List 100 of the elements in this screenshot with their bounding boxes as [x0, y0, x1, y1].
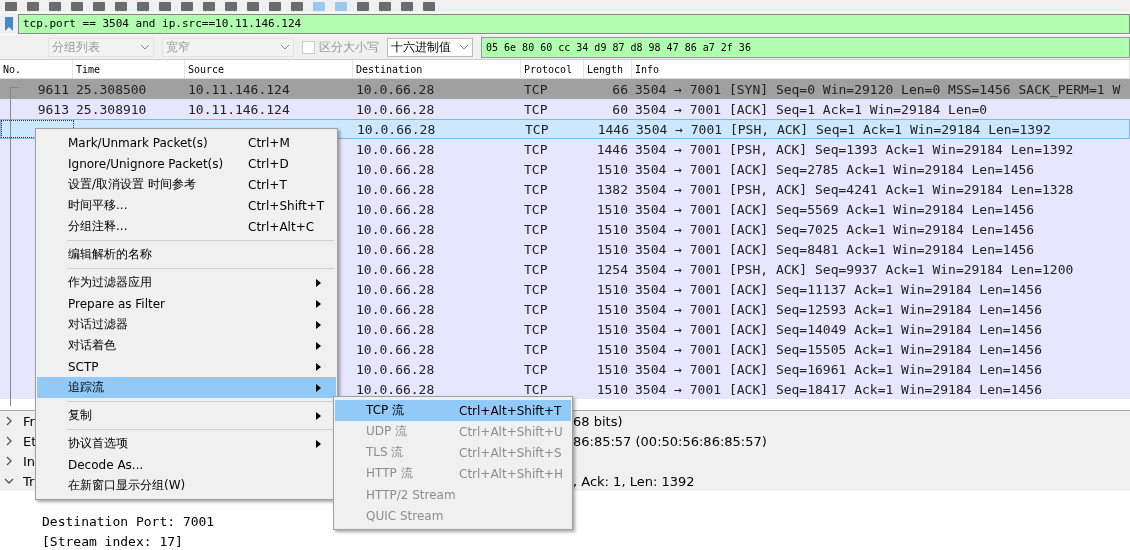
table-cell: 3504 → 7001 [ACK] Seq=2785 Ack=1 Win=29184 Len=1456	[635, 161, 1035, 177]
toolbar-icon[interactable]	[378, 2, 392, 12]
tree-item-detail: 86:85:57 (00:50:56:86:85:57)	[573, 433, 767, 449]
table-cell: 10.0.66.28	[356, 261, 435, 277]
menu-item[interactable]: 追踪流	[37, 377, 336, 398]
tree-item[interactable]: Fr	[23, 413, 35, 429]
submenu-arrow-icon	[316, 320, 321, 329]
display-filter-field[interactable]: tcp.port == 3504 and ip.src==10.11.146.124	[18, 13, 1130, 34]
toolbar-icon[interactable]	[70, 2, 84, 12]
packet-row[interactable]: 9613 25.308910 10.11.146.124 10.0.66.28 TCP 60 3504 → 7001 [ACK] Seq=1 Ack=1 Win=29184 Len=0	[0, 99, 1130, 119]
submenu-arrow-icon	[316, 278, 321, 287]
table-cell: 3504 → 7001 [ACK] Seq=14049 Ack=1 Win=29184 Len=1456	[635, 321, 1042, 337]
caret-icon	[280, 44, 290, 50]
menu-item[interactable]: 协议首选项	[37, 433, 336, 454]
table-cell: 3504 → 7001 [ACK] Seq=16961 Ack=1 Win=29184 Len=1456	[635, 361, 1042, 377]
menu-item[interactable]: TCP 流 Ctrl+Alt+Shift+T	[335, 400, 571, 421]
submenu-arrow-icon	[316, 411, 321, 420]
table-cell: 3504 → 7001 [ACK] Seq=11137 Ack=1 Win=29184 Len=1456	[635, 281, 1042, 297]
packet-row[interactable]: 9611 25.308500 10.11.146.124 10.0.66.28 TCP 66 3504 → 7001 [SYN] Seq=0 Win=29120 Len=0 MSS=1456 SACK_PERM=1 W	[0, 79, 1130, 99]
toolbar-icon[interactable]	[400, 2, 414, 12]
toolbar-icon[interactable]	[246, 2, 260, 12]
table-cell: 3504 → 7001 [PSH, ACK] Seq=4241 Ack=1 Win=29184 Len=1328	[635, 181, 1074, 197]
column-header[interactable]: Protocol	[521, 60, 584, 78]
table-cell: 1510	[596, 241, 628, 257]
table-cell: 10.11.146.124	[188, 81, 290, 97]
bookmark-icon[interactable]	[2, 14, 16, 33]
table-cell: 1510	[596, 281, 628, 297]
toolbar-icon[interactable]	[422, 2, 436, 12]
toolbar-icon[interactable]	[202, 2, 216, 12]
toolbar-icon[interactable]	[356, 2, 370, 12]
table-cell: 1510	[596, 221, 628, 237]
column-header[interactable]: Time	[73, 60, 185, 78]
tree-item-detail: 68 bits)	[573, 413, 623, 429]
table-cell: 10.0.66.28	[356, 361, 435, 377]
table-cell: 10.0.66.28	[356, 281, 435, 297]
table-cell: TCP	[524, 341, 548, 357]
table-cell: 10.0.66.28	[357, 121, 436, 137]
table-cell: 10.0.66.28	[356, 381, 435, 397]
table-cell: TCP	[524, 221, 548, 237]
table-cell: 1510	[596, 301, 628, 317]
table-cell: 3504 → 7001 [ACK] Seq=1 Ack=1 Win=29184 Len=0	[635, 101, 988, 117]
dropdown[interactable]: 十六进制值	[387, 37, 473, 57]
table-cell: 10.0.66.28	[356, 341, 435, 357]
tree-item[interactable]: Destination Port: 7001	[42, 513, 215, 529]
table-cell: 1446	[597, 121, 629, 137]
table-cell: 1510	[596, 341, 628, 357]
tree-item[interactable]: Et	[23, 433, 37, 449]
table-cell: 3504 → 7001 [ACK] Seq=5569 Ack=1 Win=29184 Len=1456	[635, 201, 1035, 217]
caret-icon	[140, 44, 150, 50]
table-cell: 3504 → 7001 [ACK] Seq=18417 Ack=1 Win=29184 Len=1456	[635, 381, 1042, 397]
toolbar-icon[interactable]	[26, 2, 40, 12]
table-cell: TCP	[524, 81, 548, 97]
toolbar-icon[interactable]	[268, 2, 282, 12]
table-cell: 10.0.66.28	[356, 161, 435, 177]
toolbar-icon[interactable]	[92, 2, 106, 12]
table-cell: 3504 → 7001 [PSH, ACK] Seq=9937 Ack=1 Win=29184 Len=1200	[635, 261, 1074, 277]
menu-item[interactable]: 复制	[37, 405, 336, 426]
toolbar-icon[interactable]	[290, 2, 304, 12]
column-header[interactable]: Length	[584, 60, 632, 78]
toolbar-icon[interactable]	[224, 2, 238, 12]
table-cell: TCP	[524, 141, 548, 157]
toolbar-icon[interactable]	[48, 2, 62, 12]
table-cell: 9613	[37, 101, 69, 117]
table-cell: TCP	[524, 381, 548, 397]
table-cell: 10.0.66.28	[356, 241, 435, 257]
column-header[interactable]: Source	[185, 60, 353, 78]
search-field[interactable]: 05 6e 80 60 cc 34 d9 87 d8 98 47 86 a7 2f 36	[481, 36, 1130, 58]
table-cell: TCP	[524, 261, 548, 277]
menu-item[interactable]: Decode As...	[37, 454, 336, 475]
toolbar-icon[interactable]	[4, 2, 18, 12]
table-cell: 3504 → 7001 [ACK] Seq=15505 Ack=1 Win=29184 Len=1456	[635, 341, 1042, 357]
submenu-arrow-icon	[316, 341, 321, 350]
tree-item[interactable]: In	[23, 453, 36, 469]
table-cell: 25.308910	[76, 101, 147, 117]
table-cell: 1510	[596, 321, 628, 337]
column-header[interactable]: Destination	[353, 60, 521, 78]
table-cell: 25.308500	[76, 81, 147, 97]
submenu-arrow-icon	[316, 383, 321, 392]
toolbar-icon[interactable]	[136, 2, 150, 12]
column-header[interactable]: No.	[0, 60, 73, 78]
menu-item[interactable]: SCTP	[37, 356, 336, 377]
table-cell: 10.11.146.124	[188, 101, 290, 117]
table-cell: 1446	[596, 141, 628, 157]
toolbar-icon[interactable]	[158, 2, 172, 12]
tree-item[interactable]: [Stream index: 17]	[42, 533, 183, 549]
table-cell: 10.0.66.28	[356, 321, 435, 337]
toolbar-icon[interactable]	[114, 2, 128, 12]
table-cell: 10.0.66.28	[356, 101, 435, 117]
submenu-arrow-icon	[316, 439, 321, 448]
tree-item[interactable]: Tr	[23, 473, 35, 489]
table-cell: 3504 → 7001 [ACK] Seq=12593 Ack=1 Win=29184 Len=1456	[635, 301, 1042, 317]
column-header[interactable]: Info	[632, 60, 1130, 78]
menu-item[interactable]: 分组注释... Ctrl+Alt+C	[37, 216, 336, 237]
caret-icon	[459, 44, 469, 50]
table-cell: TCP	[524, 241, 548, 257]
table-cell: 66	[612, 81, 628, 97]
toolbar-icon[interactable]	[180, 2, 194, 12]
table-cell: 3504 → 7001 [SYN] Seq=0 Win=29120 Len=0 MSS=1456 SACK_PERM=1 W	[635, 81, 1121, 97]
table-cell: 9611	[37, 81, 69, 97]
menu-item[interactable]: 在新窗口显示分组(W)	[37, 475, 336, 496]
